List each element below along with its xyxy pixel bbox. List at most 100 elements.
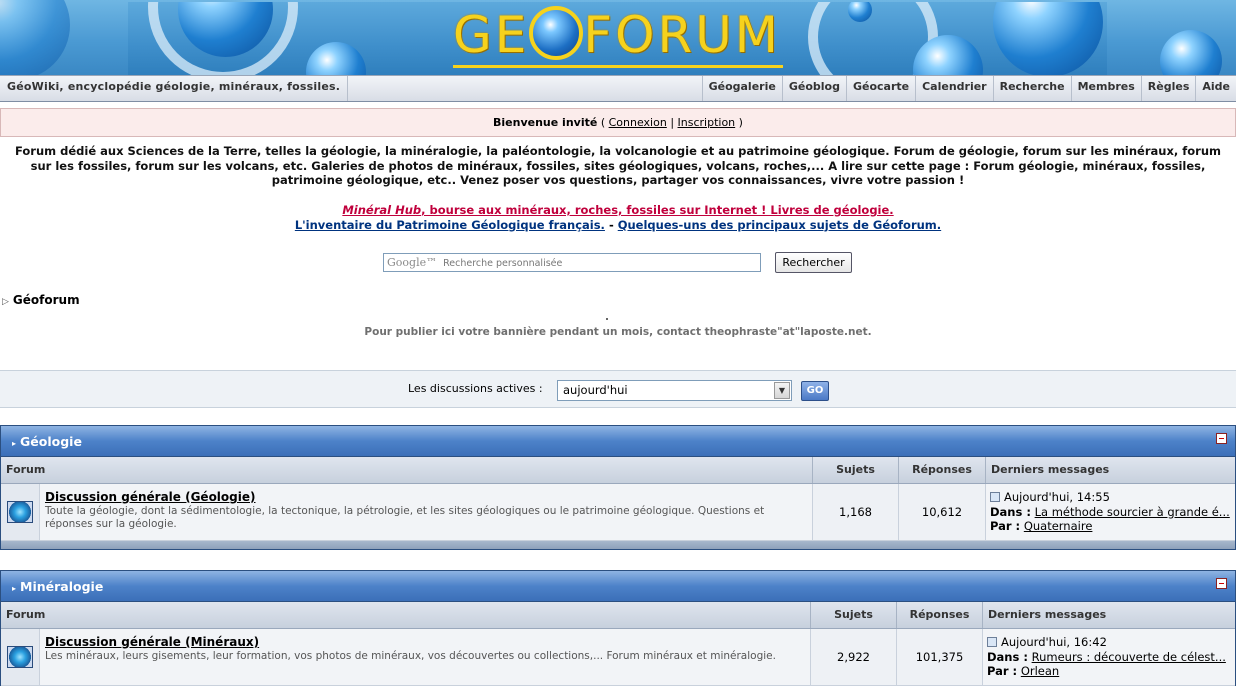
logo-underline: [453, 65, 783, 68]
last-post-thread-link[interactable]: Rumeurs : découverte de célest...: [1032, 650, 1226, 664]
promo-separator: -: [604, 218, 618, 232]
in-label: Dans :: [990, 504, 1031, 519]
last-post-date-line: Aujourd'hui, 14:55: [990, 490, 1231, 505]
logo-globe-icon: [529, 6, 584, 60]
post-icon: [987, 637, 997, 647]
forum-last-post: Aujourd'hui, 14:55 Dans : La méthode sou…: [986, 484, 1235, 540]
category-header[interactable]: ▸ Géologie: [1, 426, 1235, 457]
login-link[interactable]: Connexion: [609, 116, 667, 129]
nav-geogalerie[interactable]: Géogalerie: [701, 76, 782, 101]
forum-row: Discussion générale (Géologie) Toute la …: [1, 484, 1235, 541]
active-discussions-label: Les discussions actives :: [408, 382, 543, 395]
banner-inner: GE FORUM: [128, 2, 1107, 75]
inventaire-link[interactable]: L'inventaire du Patrimoine Géologique fr…: [295, 218, 605, 232]
last-post-thread-line: Dans : Rumeurs : découverte de célest...: [987, 650, 1231, 665]
forum-topics-count: 2,922: [811, 629, 897, 685]
column-headers: Forum Sujets Réponses Derniers messages: [1, 602, 1235, 629]
forum-description-text: Les minéraux, leurs gisements, leur form…: [45, 650, 776, 662]
last-post-date: Aujourd'hui, 14:55: [1004, 490, 1110, 504]
banner-bubble: [0, 0, 70, 75]
col-topics: Sujets: [813, 457, 899, 483]
forum-status-icon: [7, 646, 33, 668]
banner-placeholder-dot: [606, 318, 608, 320]
forum-replies-count: 10,612: [899, 484, 986, 540]
by-label: Par :: [990, 519, 1021, 533]
category-title-text: Géologie: [20, 434, 82, 449]
forum-info: Discussion générale (Géologie) Toute la …: [40, 484, 813, 540]
forum-replies-count: 101,375: [897, 629, 983, 685]
forum-description-text: Toute la géologie, dont la sédimentologi…: [45, 505, 765, 530]
geoforum-logo[interactable]: GE FORUM: [453, 6, 781, 64]
nav-links: Géogalerie Géoblog Géocarte Calendrier R…: [701, 76, 1236, 101]
nav-aide[interactable]: Aide: [1195, 76, 1236, 101]
category-mineralogie: ▸ Minéralogie Forum Sujets Réponses Derni…: [0, 570, 1236, 686]
separator: |: [670, 116, 675, 129]
expand-arrow-icon: ▸: [12, 584, 17, 593]
search-button[interactable]: Rechercher: [775, 252, 852, 273]
nav-calendrier[interactable]: Calendrier: [915, 76, 993, 101]
promo-line-1: Minéral Hub, bourse aux minéraux, roches…: [0, 203, 1236, 218]
col-last-posts: Derniers messages: [991, 463, 1110, 476]
collapse-icon[interactable]: [1216, 578, 1227, 589]
by-label: Par :: [987, 664, 1018, 678]
google-logo: Google™: [387, 256, 438, 269]
last-post-author-link[interactable]: Quaternaire: [1024, 519, 1093, 533]
post-icon: [990, 492, 1000, 502]
col-last-posts: Derniers messages: [988, 608, 1107, 621]
breadcrumb-label: Géoforum: [12, 293, 80, 307]
last-post-author-line: Par : Orlean: [987, 664, 1231, 679]
category-footer: [1, 541, 1235, 549]
category-title[interactable]: ▸ Minéralogie: [12, 579, 103, 594]
go-button[interactable]: GO: [801, 381, 829, 401]
top-navbar: GéoWiki, encyclopédie géologie, minéraux…: [0, 75, 1236, 102]
breadcrumb[interactable]: ▷ Géoforum: [2, 293, 80, 307]
breadcrumb-arrow-icon: ▷: [2, 297, 9, 307]
paren-close: ): [738, 116, 743, 129]
collapse-icon[interactable]: [1216, 433, 1227, 444]
category-header[interactable]: ▸ Minéralogie: [1, 571, 1235, 602]
last-post-date: Aujourd'hui, 16:42: [1001, 635, 1107, 649]
banner-bubble: [1160, 30, 1222, 75]
active-discussions-bar: Les discussions actives : aujourd'hui ▼ …: [0, 370, 1236, 408]
last-post-thread-line: Dans : La méthode sourcier à grande é...: [990, 505, 1231, 520]
last-post-author-line: Par : Quaternaire: [990, 519, 1231, 534]
banner-bubble: [993, 2, 1103, 75]
banner-bubble: [306, 42, 366, 75]
last-post-date-line: Aujourd'hui, 16:42: [987, 635, 1231, 650]
mineral-hub-link[interactable]: Minéral Hub, bourse aux minéraux, roches…: [342, 203, 893, 217]
last-post-author-link[interactable]: Orlean: [1021, 664, 1059, 678]
promo-line-2: L'inventaire du Patrimoine Géologique fr…: [0, 218, 1236, 233]
chevron-down-icon[interactable]: ▼: [774, 382, 790, 399]
logo-text-left: GE: [453, 6, 530, 64]
nav-geoblog[interactable]: Géoblog: [781, 76, 846, 101]
nav-regles[interactable]: Règles: [1140, 76, 1196, 101]
active-period-select[interactable]: aujourd'hui ▼: [557, 380, 792, 401]
advert-note: Pour publier ici votre bannière pendant …: [364, 326, 872, 338]
paren-open: (: [600, 116, 606, 129]
nav-geowiki-link[interactable]: GéoWiki, encyclopédie géologie, minéraux…: [0, 76, 349, 101]
nav-geocarte[interactable]: Géocarte: [845, 76, 915, 101]
col-forum: Forum: [1, 457, 813, 483]
forum-title-link[interactable]: Discussion générale (Géologie): [45, 490, 807, 504]
promo-links: Minéral Hub, bourse aux minéraux, roches…: [0, 203, 1236, 233]
col-topics: Sujets: [811, 602, 897, 628]
google-search-input[interactable]: Google™ Recherche personnalisée: [383, 253, 761, 272]
category-title[interactable]: ▸ Géologie: [12, 434, 82, 449]
forum-status-cell: [1, 629, 40, 685]
col-replies: Réponses: [899, 457, 986, 483]
nav-membres[interactable]: Membres: [1070, 76, 1141, 101]
forum-topics-count: 1,168: [813, 484, 899, 540]
forum-status-cell: [1, 484, 40, 540]
forum-title-link[interactable]: Discussion générale (Minéraux): [45, 635, 805, 649]
register-link[interactable]: Inscription: [678, 116, 736, 129]
nav-recherche[interactable]: Recherche: [992, 76, 1071, 101]
last-post-thread-link[interactable]: La méthode sourcier à grande é...: [1035, 505, 1230, 519]
expand-arrow-icon: ▸: [12, 439, 17, 448]
principaux-sujets-link[interactable]: Quelques-uns des principaux sujets de Gé…: [618, 218, 941, 232]
col-forum: Forum: [1, 602, 811, 628]
forum-row: Discussion générale (Minéraux) Les minér…: [1, 629, 1235, 686]
category-geologie: ▸ Géologie Forum Sujets Réponses Derniers…: [0, 425, 1236, 550]
welcome-text: Bienvenue invité: [493, 116, 598, 129]
site-banner: GE FORUM: [0, 0, 1236, 75]
forum-last-post: Aujourd'hui, 16:42 Dans : Rumeurs : déco…: [983, 629, 1235, 685]
